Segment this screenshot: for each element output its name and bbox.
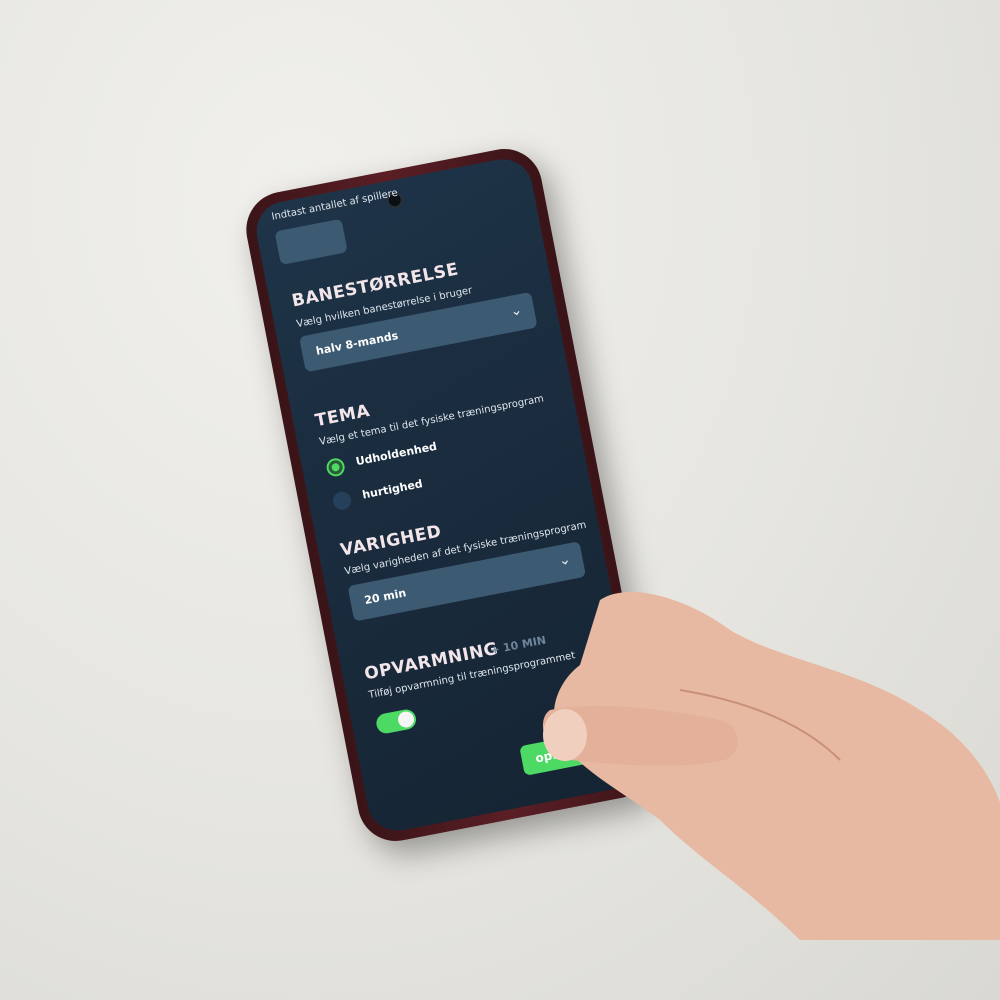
theme-heading: TEMA <box>313 400 372 432</box>
photo-scene: Indtast antallet af spillere BANESTØRREL… <box>0 0 1000 1000</box>
toggle-knob <box>396 710 416 729</box>
duration-value: 20 min <box>363 586 408 608</box>
radio-label-udholdenhed: Udholdenhed <box>354 439 438 469</box>
radio-hurtighed[interactable] <box>331 490 353 512</box>
players-label: Indtast antallet af spillere <box>270 187 399 223</box>
hand-palm <box>553 592 1000 940</box>
warmup-toggle[interactable] <box>374 707 418 736</box>
thumbnail <box>543 709 587 761</box>
warmup-extra: + 10 MIN <box>489 633 548 658</box>
field-size-value: halv 8-mands <box>314 329 400 358</box>
hand <box>542 592 1000 940</box>
chevron-down-icon: ⌄ <box>508 302 524 320</box>
radio-label-hurtighed: hurtighed <box>361 477 424 502</box>
radio-udholdenhed[interactable] <box>325 456 347 478</box>
players-input[interactable] <box>274 218 348 266</box>
